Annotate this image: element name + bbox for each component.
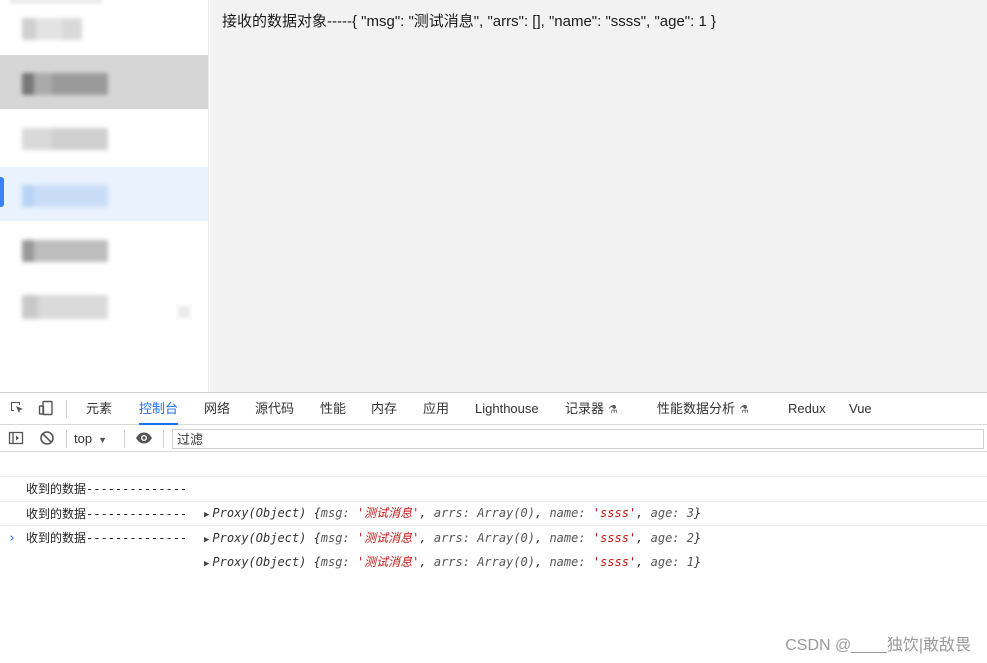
filter-input[interactable] xyxy=(172,429,984,449)
tab-console[interactable]: 控制台 xyxy=(139,393,179,425)
prop-key: msg: xyxy=(320,555,350,569)
prop-key: name: xyxy=(549,531,586,545)
sidebar-item-3[interactable] xyxy=(0,110,208,164)
app-page: 接收的数据对象-----{ "msg": "测试消息", "arrs": [],… xyxy=(0,0,987,392)
console-toolbar: top ▼ xyxy=(0,426,987,452)
divider xyxy=(124,430,125,448)
console-sidebar-icon[interactable] xyxy=(7,430,25,448)
watermark-text: CSDN @____独饮|敢敌畏 xyxy=(785,637,971,654)
tab-network[interactable]: 网络 xyxy=(204,393,230,425)
prop-string-value: 'ssss' xyxy=(592,555,637,569)
tab-vue[interactable]: Vue xyxy=(849,393,872,425)
tab-lighthouse[interactable]: Lighthouse xyxy=(475,393,539,425)
prop-age: age: 1 xyxy=(650,555,694,569)
tab-memory[interactable]: 内存 xyxy=(371,393,397,425)
prop-key: msg: xyxy=(320,531,350,545)
context-selector[interactable]: top ▼ xyxy=(74,429,107,449)
prop-age: age: 2 xyxy=(650,531,694,545)
devtools-panel: 元素 控制台 网络 源代码 性能 内存 应用 Lighthouse 记录器 ⚗ 性… xyxy=(0,392,987,663)
tab-performance-insights-label: 性能数据分析 xyxy=(657,401,736,416)
log-object[interactable]: ▶ Proxy(Object) {msg: '测试消息', arrs: Array… xyxy=(204,550,701,576)
prop-arrs: arrs: Array(0) xyxy=(433,555,535,569)
tab-performance-insights[interactable]: 性能数据分析 ⚗ xyxy=(657,393,749,425)
console-prompt[interactable]: › xyxy=(8,531,16,546)
blurred-label xyxy=(22,295,108,319)
prop-string-value: '测试消息' xyxy=(356,531,420,545)
console-log-row: 收到的数据-------------- ▶ Proxy(Object) {msg:… xyxy=(0,502,987,569)
tab-redux[interactable]: Redux xyxy=(788,393,826,425)
decoration xyxy=(10,0,102,4)
sidebar-item-1[interactable] xyxy=(0,0,208,54)
sidebar-item-2[interactable] xyxy=(0,55,208,109)
prop-string-value: 'ssss' xyxy=(592,531,637,545)
experimental-flask-icon: ⚗ xyxy=(739,404,749,416)
tab-recorder[interactable]: 记录器 ⚗ xyxy=(565,393,618,425)
sidebar-item-4-active[interactable] xyxy=(0,167,208,221)
main-content: 接收的数据对象-----{ "msg": "测试消息", "arrs": [],… xyxy=(210,0,987,392)
prop-key: name: xyxy=(549,555,586,569)
sidebar xyxy=(0,0,209,392)
received-data-text: 接收的数据对象-----{ "msg": "测试消息", "arrs": [],… xyxy=(222,13,716,30)
tab-performance[interactable]: 性能 xyxy=(320,393,346,425)
blurred-label xyxy=(22,128,108,150)
divider xyxy=(66,400,67,418)
context-value: top xyxy=(74,431,93,446)
tab-sources[interactable]: 源代码 xyxy=(255,393,294,425)
sidebar-item-6[interactable] xyxy=(0,277,208,331)
sidebar-item-5[interactable] xyxy=(0,222,208,276)
divider xyxy=(66,430,67,448)
expand-triangle-icon[interactable]: ▶ xyxy=(204,559,209,569)
caret-down-icon: ▼ xyxy=(98,435,107,445)
blurred-label xyxy=(22,240,108,262)
proxy-label: Proxy(Object) xyxy=(212,531,307,545)
prop-arrs: arrs: Array(0) xyxy=(433,531,535,545)
active-indicator xyxy=(0,177,4,207)
blurred-label xyxy=(22,73,108,95)
proxy-label: Proxy(Object) xyxy=(212,555,307,569)
decoration xyxy=(178,306,190,318)
inspect-element-icon[interactable] xyxy=(8,400,26,418)
log-object[interactable]: ▶ Proxy(Object) {msg: '测试消息', arrs: Array… xyxy=(204,526,701,552)
tab-application[interactable]: 应用 xyxy=(423,393,449,425)
console-log-row: 收到的数据-------------- ▶ Proxy(Object) {msg:… xyxy=(0,453,987,520)
tab-recorder-label: 记录器 xyxy=(565,401,605,416)
live-expression-icon[interactable] xyxy=(134,430,154,448)
blurred-label xyxy=(22,18,82,40)
blurred-label xyxy=(22,185,108,207)
experimental-flask-icon: ⚗ xyxy=(608,404,618,416)
console-log-row: 收到的数据-------------- ▶ Proxy(Object) {msg:… xyxy=(0,478,987,545)
prop-string-value: '测试消息' xyxy=(356,555,420,569)
log-message: 收到的数据-------------- xyxy=(26,531,188,545)
clear-console-icon[interactable] xyxy=(38,430,56,448)
tab-elements[interactable]: 元素 xyxy=(86,393,112,425)
expand-triangle-icon[interactable]: ▶ xyxy=(204,535,209,545)
device-toolbar-icon[interactable] xyxy=(37,400,55,418)
divider xyxy=(163,430,164,448)
devtools-tabbar: 元素 控制台 网络 源代码 性能 内存 应用 Lighthouse 记录器 ⚗ 性… xyxy=(0,393,987,425)
